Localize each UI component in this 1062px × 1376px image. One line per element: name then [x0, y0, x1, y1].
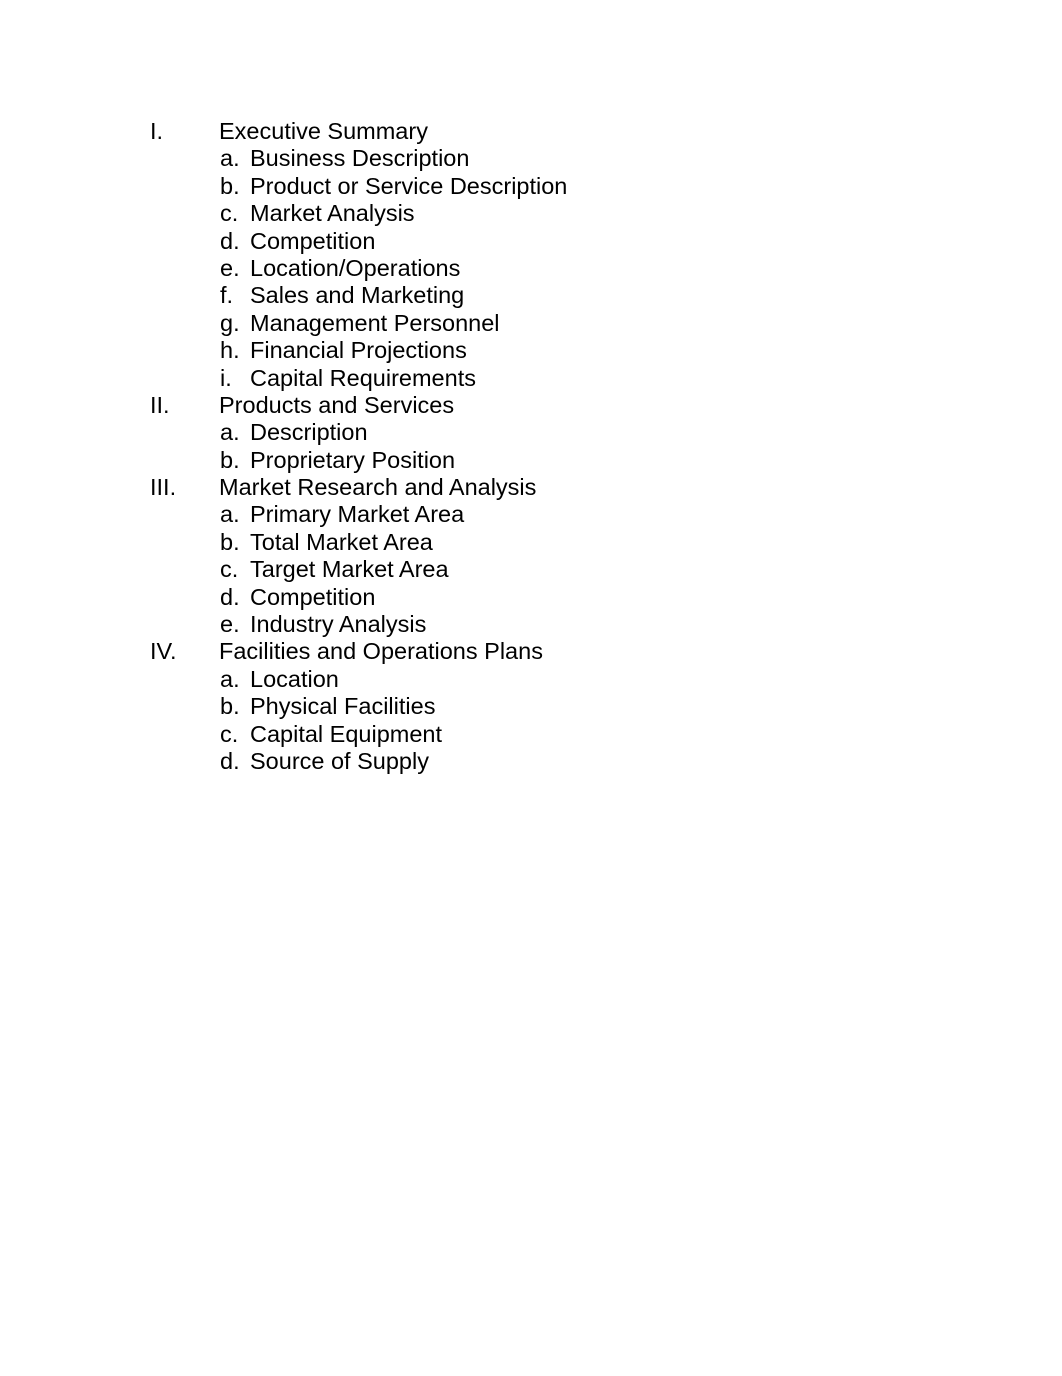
outline-subitem-label: Competition — [250, 583, 376, 610]
outline-subitem: b. Physical Facilities — [150, 693, 910, 720]
document-page: I. Executive Summary a. Business Descriptio… — [0, 0, 1062, 1376]
outline-section-label: Products and Services — [219, 391, 455, 418]
outline-subitem-label: Target Market Area — [250, 556, 449, 583]
outline-subitem: c. Capital Equipment — [150, 721, 910, 748]
outline-subitem-marker: b. — [220, 693, 240, 720]
outline-subitem: d. Source of Supply — [150, 748, 910, 775]
outline-subitem-marker: c. — [220, 720, 239, 747]
outline-subitem-marker: b. — [220, 528, 240, 555]
outline-subitem-marker: a. — [220, 501, 240, 528]
outline-section: III. Market Research and Analysis — [150, 474, 910, 501]
outline-subitem-marker: b. — [220, 446, 240, 473]
outline-section: II. Products and Services — [150, 392, 910, 419]
outline-subitem-marker: f. — [220, 282, 234, 309]
outline-subitem: g. Management Personnel — [150, 310, 910, 337]
outline-subitem-marker: d. — [220, 747, 240, 774]
outline-subitem: c. Market Analysis — [150, 200, 910, 227]
outline-subitem-marker: e. — [220, 254, 240, 281]
outline-subitem-marker: c. — [220, 200, 239, 227]
outline-subitem-marker: e. — [220, 611, 240, 638]
outline-subitem: d. Competition — [150, 228, 910, 255]
outline-subitem-label: Management Personnel — [250, 309, 500, 336]
outline-subitem-marker: g. — [220, 309, 240, 336]
outline-subitem-marker: c. — [220, 556, 239, 583]
outline-subitem-marker: a. — [220, 145, 240, 172]
outline-section-marker: IV. — [150, 638, 177, 665]
outline-section: I. Executive Summary — [150, 118, 910, 145]
outline-subitem: i. Capital Requirements — [150, 365, 910, 392]
outline-subitem-label: Location/Operations — [250, 254, 461, 281]
outline-subitem-marker: d. — [220, 583, 240, 610]
outline-subitem-label: Capital Requirements — [250, 364, 476, 391]
outline-subitem-label: Primary Market Area — [250, 501, 465, 528]
outline-subitem-label: Total Market Area — [250, 528, 433, 555]
outline-subitem-label: Competition — [250, 227, 376, 254]
outline-subitem: e. Location/Operations — [150, 255, 910, 282]
outline-subitem-marker: i. — [220, 364, 232, 391]
outline-subitem-label: Sales and Marketing — [250, 282, 465, 309]
outline-subitem: d. Competition — [150, 584, 910, 611]
outline-subitem-label: Source of Supply — [250, 747, 429, 774]
outline-subitem: c. Target Market Area — [150, 556, 910, 583]
outline-list: I. Executive Summary a. Business Descriptio… — [150, 118, 910, 775]
outline-subitem-marker: a. — [220, 419, 240, 446]
outline-subitem-label: Market Analysis — [250, 200, 415, 227]
outline-section: IV. Facilities and Operations Plans — [150, 638, 910, 665]
outline-subitem: a. Location — [150, 666, 910, 693]
outline-section-label: Market Research and Analysis — [219, 474, 537, 501]
outline-section-marker: III. — [150, 474, 177, 501]
outline-subitem-label: Industry Analysis — [250, 611, 427, 638]
outline-subitem: b. Proprietary Position — [150, 447, 910, 474]
outline-subitem: e. Industry Analysis — [150, 611, 910, 638]
outline-subitem: h. Financial Projections — [150, 337, 910, 364]
outline-subitem-marker: h. — [220, 337, 240, 364]
outline-section-marker: I. — [150, 118, 164, 144]
outline-subitem: b. Total Market Area — [150, 529, 910, 556]
outline-section-marker: II. — [150, 391, 170, 418]
outline-subitem: a. Primary Market Area — [150, 501, 910, 528]
outline-subitem: a. Description — [150, 419, 910, 446]
outline-section-label: Facilities and Operations Plans — [219, 638, 543, 665]
outline-subitem-label: Product or Service Description — [250, 172, 568, 199]
outline-subitem: a. Business Description — [150, 145, 910, 172]
outline-subitem-label: Capital Equipment — [250, 720, 443, 747]
outline-subitem: b. Product or Service Description — [150, 173, 910, 200]
outline-subitem-label: Location — [250, 665, 339, 692]
outline-subitem-marker: b. — [220, 172, 240, 199]
outline-subitem-label: Physical Facilities — [250, 693, 436, 720]
outline-subitem-label: Financial Projections — [250, 337, 467, 364]
outline-subitem-label: Business Description — [250, 145, 470, 172]
outline-section-label: Executive Summary — [219, 118, 428, 144]
outline-subitem: f. Sales and Marketing — [150, 282, 910, 309]
outline-subitem-marker: d. — [220, 227, 240, 254]
outline-subitem-label: Proprietary Position — [250, 446, 456, 473]
outline-subitem-label: Description — [250, 419, 368, 446]
outline-subitem-marker: a. — [220, 665, 240, 692]
